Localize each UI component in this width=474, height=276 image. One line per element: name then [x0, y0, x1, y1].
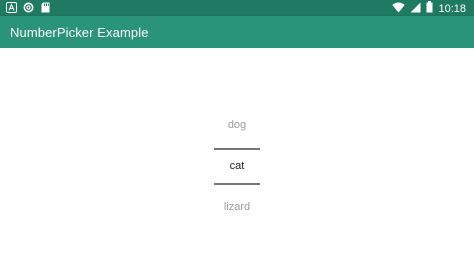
- status-bar: 10:18: [0, 0, 474, 16]
- wifi-icon: [392, 2, 406, 16]
- battery-icon: [426, 1, 433, 16]
- main-content: dog cat lizard: [0, 48, 474, 276]
- app-a-icon: [6, 2, 17, 13]
- status-notifications: [6, 2, 51, 13]
- picker-next-value[interactable]: lizard: [212, 201, 262, 213]
- signal-icon: [410, 2, 421, 16]
- app-bar: NumberPicker Example: [0, 16, 474, 48]
- status-time: 10:18: [438, 2, 466, 15]
- status-system: 10:18: [392, 1, 466, 16]
- app-title: NumberPicker Example: [10, 25, 149, 40]
- picker-divider-top: [214, 148, 260, 150]
- picker-previous-value[interactable]: dog: [212, 119, 262, 131]
- picker-divider-bottom: [214, 183, 260, 185]
- number-picker[interactable]: dog cat lizard: [212, 108, 262, 218]
- picker-selected-value[interactable]: cat: [212, 160, 262, 172]
- sd-card-icon: [40, 2, 51, 13]
- sync-icon: [23, 2, 34, 13]
